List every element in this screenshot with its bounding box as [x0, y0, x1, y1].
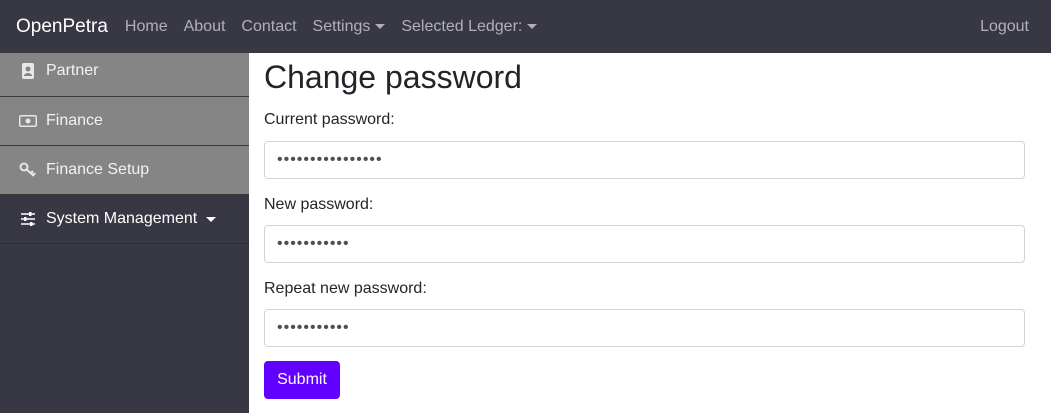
change-password-form: Change password Current password: New pa…	[264, 53, 1025, 399]
money-bill-icon	[19, 112, 37, 130]
repeat-password-input[interactable]	[264, 309, 1025, 347]
top-navbar: OpenPetra Home About Contact Settings Se…	[0, 0, 1051, 53]
sidebar-item-label: Finance Setup	[46, 161, 150, 178]
chevron-down-icon	[206, 216, 217, 222]
nav-right-group: Logout	[980, 0, 1029, 53]
sidebar-item-partner[interactable]: Partner	[0, 53, 249, 97]
sidebar-item-label: Finance	[46, 112, 103, 129]
nav-selected-ledger-label: Selected Ledger:	[401, 17, 523, 35]
chevron-down-icon	[375, 24, 386, 29]
nav-home[interactable]: Home	[125, 18, 168, 36]
key-icon	[19, 161, 37, 179]
logout-link[interactable]: Logout	[980, 18, 1029, 36]
nav-settings-label: Settings	[312, 17, 371, 35]
sidebar-item-system-management[interactable]: System Management	[0, 195, 249, 244]
nav-contact[interactable]: Contact	[241, 18, 296, 36]
nav-settings-dropdown[interactable]: Settings	[313, 18, 386, 36]
sidebar-item-finance-setup[interactable]: Finance Setup	[0, 146, 249, 195]
sidebar: Partner Finance Finance Setup System Man…	[0, 53, 249, 413]
repeat-password-label: Repeat new password:	[264, 280, 427, 297]
nav-selected-ledger-dropdown[interactable]: Selected Ledger:	[401, 17, 538, 36]
new-password-input[interactable]	[264, 225, 1025, 263]
submit-button[interactable]: Submit	[264, 361, 340, 399]
sidebar-item-label: Partner	[46, 62, 99, 79]
current-password-label: Current password:	[264, 111, 395, 128]
chevron-down-icon	[527, 24, 538, 29]
sidebar-item-label: System Management	[46, 210, 198, 227]
page-title: Change password	[264, 59, 522, 95]
sidebar-item-finance[interactable]: Finance	[0, 97, 249, 146]
new-password-label: New password:	[264, 196, 374, 213]
contact-card-icon	[19, 62, 37, 80]
sliders-icon	[19, 210, 37, 228]
brand-logo[interactable]: OpenPetra	[16, 17, 108, 36]
nav-about[interactable]: About	[184, 18, 226, 36]
current-password-input[interactable]	[264, 141, 1025, 179]
